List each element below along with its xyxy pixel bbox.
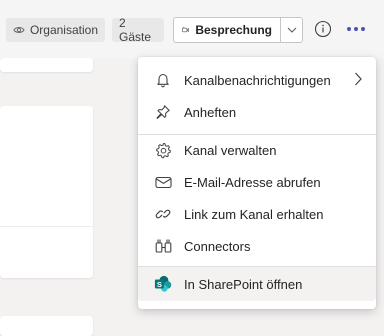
menu-item-get-email-address[interactable]: E-Mail-Adresse abrufen (138, 166, 376, 198)
mail-icon (154, 173, 172, 191)
divider (0, 226, 93, 227)
meeting-split-button[interactable]: Besprechung (173, 17, 303, 43)
more-dot (354, 27, 358, 31)
meeting-button[interactable]: Besprechung (174, 18, 280, 42)
menu-item-pin[interactable]: Anheften (138, 96, 376, 128)
channel-options-menu: Kanalbenachrichtigungen Anheften Kanal v… (138, 57, 376, 309)
chevron-down-icon (287, 27, 296, 33)
post-card (0, 58, 93, 72)
menu-item-channel-notifications[interactable]: Kanalbenachrichtigungen (138, 64, 376, 96)
menu-item-label: Connectors (184, 238, 251, 254)
connectors-icon (154, 237, 172, 255)
info-icon (314, 20, 332, 38)
pin-icon (154, 103, 172, 121)
guests-badge[interactable]: 2 Gäste (112, 16, 164, 44)
menu-item-label: Kanal verwalten (184, 142, 277, 158)
menu-item-label: Anheften (184, 104, 237, 120)
eye-icon (13, 27, 25, 33)
channel-header: Organisation 2 Gäste Besprechung (0, 0, 384, 58)
guests-label: 2 Gäste (119, 16, 152, 44)
post-card (0, 316, 93, 336)
post-card (0, 106, 93, 278)
menu-item-get-channel-link[interactable]: Link zum Kanal erhalten (138, 198, 376, 230)
menu-item-label: In SharePoint öffnen (184, 276, 303, 292)
menu-item-manage-channel[interactable]: Kanal verwalten (138, 134, 376, 166)
chevron-right-icon (354, 72, 362, 89)
sharepoint-icon: S (154, 275, 172, 293)
bell-icon (154, 71, 172, 89)
svg-text:S: S (157, 280, 162, 289)
menu-item-label: E-Mail-Adresse abrufen (184, 174, 321, 190)
more-dot (361, 27, 365, 31)
more-options-button[interactable] (347, 24, 367, 34)
menu-item-label: Kanalbenachrichtigungen (184, 72, 331, 88)
menu-item-open-in-sharepoint[interactable]: S In SharePoint öffnen (138, 267, 376, 301)
menu-item-connectors[interactable]: Connectors (138, 230, 376, 262)
meeting-label: Besprechung (195, 23, 272, 37)
link-icon (154, 205, 172, 223)
meeting-options-button[interactable] (281, 18, 302, 42)
organisation-badge[interactable]: Organisation (6, 18, 105, 42)
info-button[interactable] (314, 20, 332, 38)
more-dot (347, 27, 351, 31)
menu-item-label: Link zum Kanal erhalten (184, 206, 324, 222)
video-camera-icon (182, 27, 190, 33)
gear-icon (154, 141, 172, 159)
organisation-label: Organisation (29, 23, 98, 37)
